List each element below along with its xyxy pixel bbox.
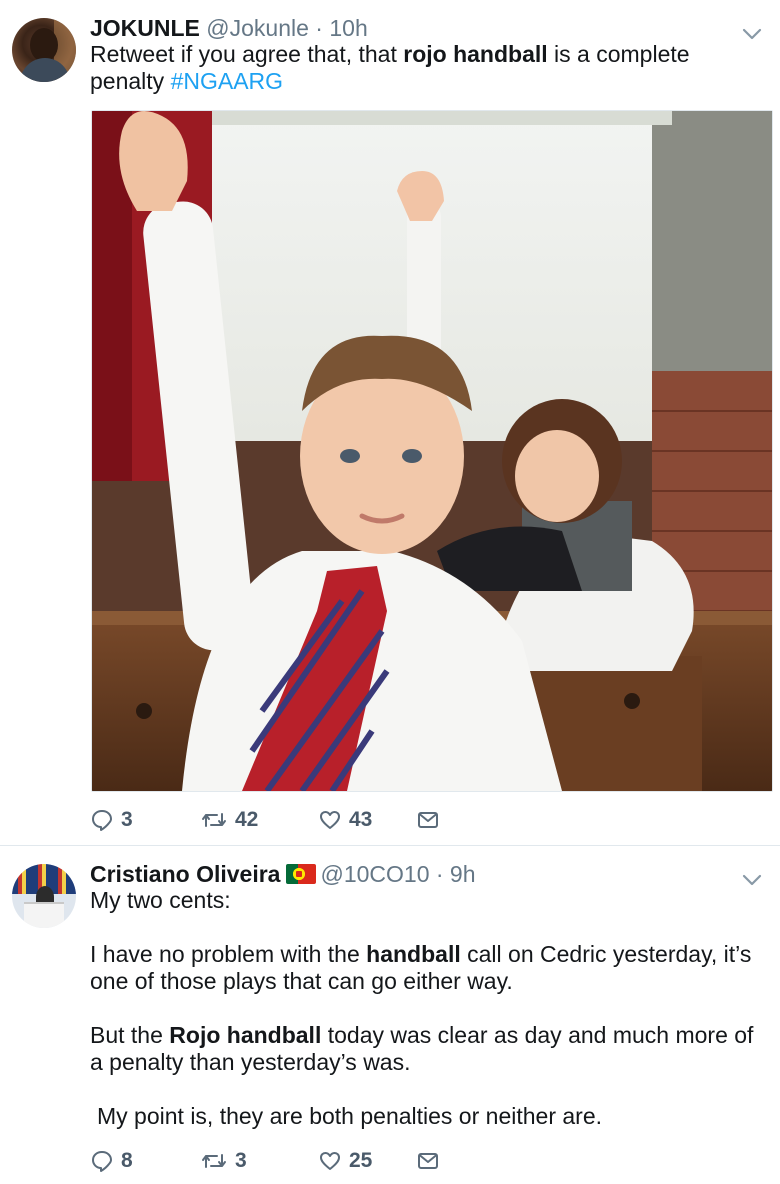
envelope-icon — [416, 1149, 440, 1173]
portugal-flag-icon — [286, 864, 317, 884]
tweet-photo[interactable] — [91, 110, 773, 792]
hashtag-link[interactable]: #NGAARG — [171, 68, 283, 94]
retweet-arrows-icon — [200, 808, 228, 832]
retweet-button[interactable]: 42 — [200, 805, 258, 835]
handle-and-time[interactable]: @10CO10 · 9h — [320, 861, 475, 887]
author-name[interactable]: Cristiano Oliveira — [90, 861, 280, 887]
reply-button[interactable]: 3 — [90, 805, 133, 835]
speech-bubble-icon — [90, 1149, 114, 1173]
tweet[interactable]: JOKUNLE @Jokunle · 10h Retweet if you ag… — [0, 0, 780, 845]
retweet-button[interactable]: 3 — [200, 1146, 247, 1176]
tweet-header: Cristiano Oliveira @10CO10 · 9h — [90, 860, 476, 888]
tweet-header: JOKUNLE @Jokunle · 10h — [90, 14, 368, 42]
envelope-icon — [416, 808, 440, 832]
tweet[interactable]: Cristiano Oliveira @10CO10 · 9h My two ce… — [0, 846, 780, 1184]
tweet-paragraph: My point is, they are both penalties or … — [97, 1103, 603, 1129]
speech-bubble-icon — [90, 808, 114, 832]
like-count: 25 — [349, 1149, 373, 1172]
handle-and-time[interactable]: @Jokunle · 10h — [206, 15, 367, 41]
reply-count: 8 — [121, 1149, 133, 1172]
heart-outline-icon — [318, 1149, 342, 1173]
direct-message-button[interactable] — [416, 1146, 440, 1176]
tweet-line: My two cents: — [90, 887, 231, 913]
retweet-arrows-icon — [200, 1149, 228, 1173]
reply-count: 3 — [121, 808, 133, 831]
tweet-paragraph: But the Rojo handball today was clear as… — [90, 1022, 754, 1075]
reply-button[interactable]: 8 — [90, 1146, 133, 1176]
like-button[interactable]: 43 — [318, 805, 372, 835]
author-name[interactable]: JOKUNLE — [90, 15, 200, 41]
tweet-text: Retweet if you agree that, that rojo han… — [90, 41, 690, 94]
avatar[interactable] — [12, 18, 76, 82]
like-button[interactable]: 25 — [318, 1146, 372, 1176]
like-count: 43 — [349, 808, 373, 831]
tweet-paragraph: I have no problem with the handball call… — [90, 941, 752, 994]
tweet-text: My two cents: I have no problem with the… — [90, 887, 770, 1130]
avatar[interactable] — [12, 864, 76, 928]
heart-outline-icon — [318, 808, 342, 832]
retweet-count: 3 — [235, 1149, 247, 1172]
retweet-count: 42 — [235, 808, 259, 831]
direct-message-button[interactable] — [416, 805, 440, 835]
